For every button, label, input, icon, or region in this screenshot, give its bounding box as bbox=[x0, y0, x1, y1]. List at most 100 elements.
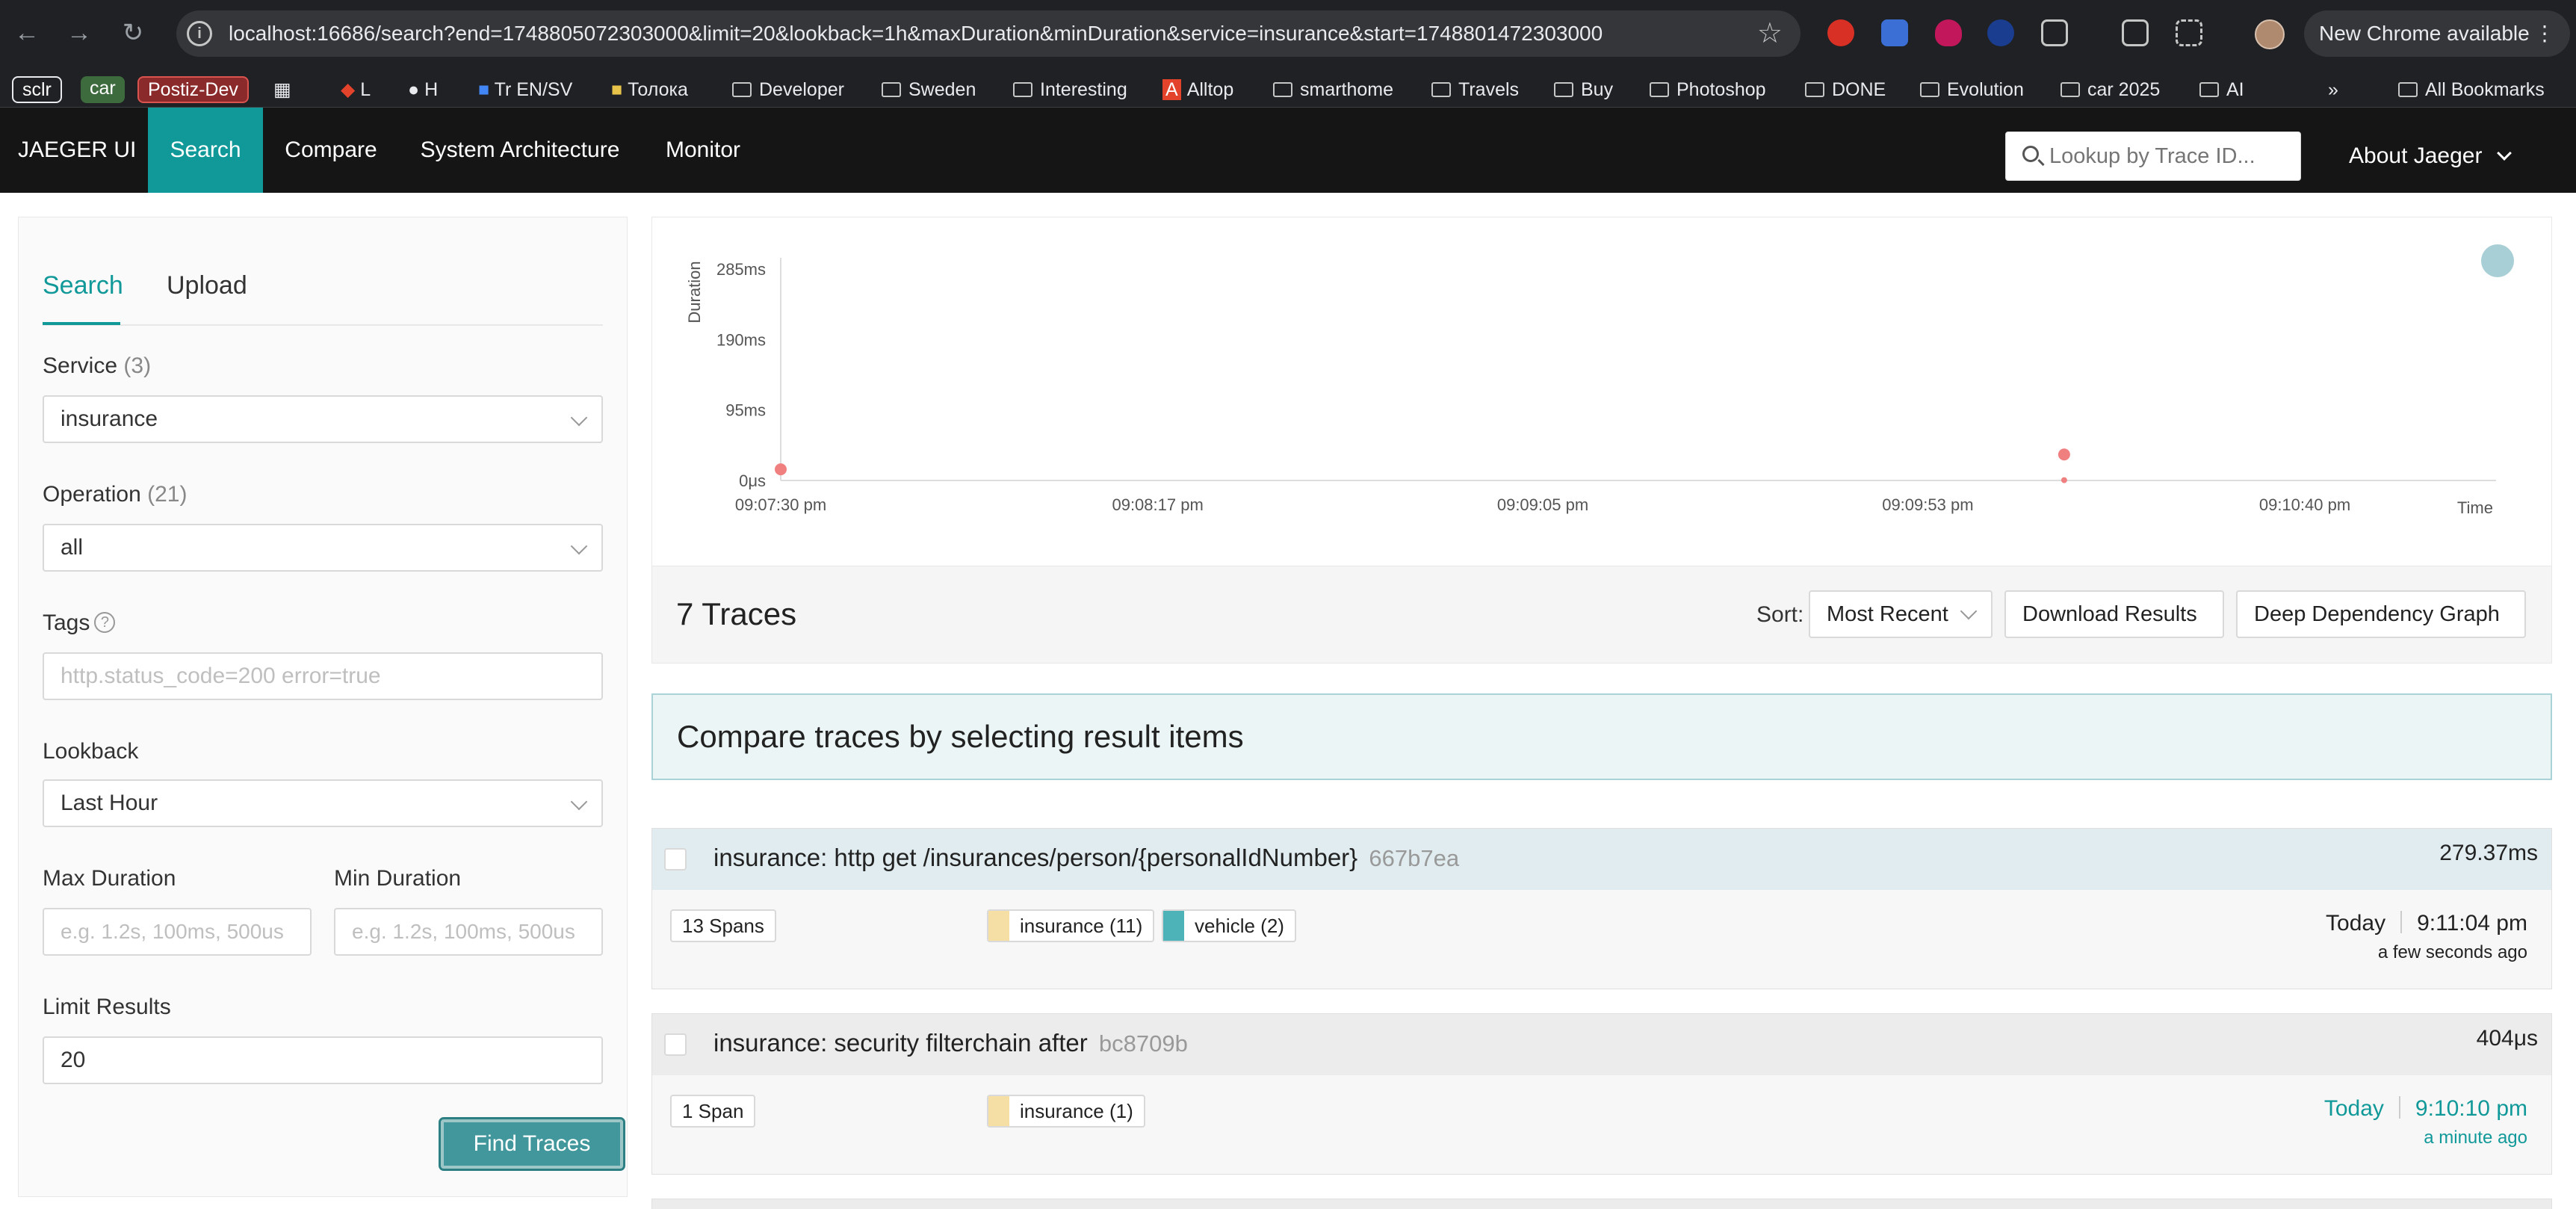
url-text[interactable]: localhost:16686/search?end=1748805072303… bbox=[229, 22, 1603, 46]
deep-dependency-graph-button[interactable]: Deep Dependency Graph bbox=[2236, 590, 2526, 638]
chevron-down-icon bbox=[570, 409, 588, 427]
operation-label-text: Operation bbox=[43, 482, 141, 507]
bookmark-folder[interactable]: Developer bbox=[732, 76, 844, 103]
bookmark-folder[interactable]: DONE bbox=[1805, 76, 1886, 103]
lookback-select[interactable]: Last Hour bbox=[43, 779, 603, 827]
trace-id-input[interactable] bbox=[2049, 132, 2296, 180]
max-duration-input[interactable]: e.g. 1.2s, 100ms, 500us bbox=[43, 908, 312, 956]
trace-select-checkbox[interactable] bbox=[664, 1033, 687, 1056]
qr-code-icon[interactable] bbox=[2176, 19, 2202, 46]
bookmark-folder[interactable]: Photoshop bbox=[1650, 76, 1766, 103]
bookmark[interactable]: Postiz-Dev bbox=[137, 76, 249, 103]
extension-icon[interactable] bbox=[1881, 19, 1908, 46]
min-duration-input[interactable]: e.g. 1.2s, 100ms, 500us bbox=[334, 908, 603, 956]
limit-results-input[interactable]: 20 bbox=[43, 1036, 603, 1084]
update-chrome-button[interactable]: New Chrome available ⋮ bbox=[2304, 10, 2570, 57]
more-menu-icon[interactable]: ⋮ bbox=[2534, 10, 2555, 57]
translate-icon[interactable] bbox=[2122, 19, 2149, 46]
forward-icon[interactable]: → bbox=[63, 16, 96, 49]
trace-relative-time: a few seconds ago bbox=[2377, 942, 2527, 962]
tags-label-text: Tags bbox=[43, 610, 90, 635]
trace-title[interactable]: insurance: http get /insurances/person/{… bbox=[713, 844, 1459, 872]
brand-logo[interactable]: JAEGER UI bbox=[18, 108, 136, 193]
trace-body: 1 Span insurance (1) Today 9:10:10 pm a m… bbox=[652, 1075, 2551, 1174]
trace-name: insurance: security filterchain after bbox=[713, 1029, 1088, 1057]
bookmark-folder[interactable]: Travels bbox=[1431, 76, 1519, 103]
y-tick-label: 0μs bbox=[739, 471, 766, 490]
more-bookmarks-icon[interactable]: » bbox=[2328, 76, 2338, 103]
apps-grid-icon[interactable]: ▦ bbox=[273, 76, 291, 103]
find-traces-button[interactable]: Find Traces bbox=[439, 1117, 625, 1171]
bookmark-folder[interactable]: AI bbox=[2199, 76, 2244, 103]
bookmark-folder[interactable]: Interesting bbox=[1013, 76, 1127, 103]
x-axis-title: Time bbox=[2457, 498, 2493, 517]
extension-icon[interactable] bbox=[1987, 19, 2014, 46]
trace-result-item[interactable] bbox=[651, 1199, 2552, 1209]
address-bar[interactable]: i localhost:16686/search?end=17488050723… bbox=[176, 10, 1801, 57]
reload-icon[interactable]: ↻ bbox=[117, 16, 149, 49]
bookmark[interactable]: ◆ L bbox=[341, 76, 371, 103]
help-icon[interactable]: ? bbox=[94, 612, 116, 633]
nav-search[interactable]: Search bbox=[148, 108, 263, 193]
browser-toolbar: ← → ↻ i localhost:16686/search?end=17488… bbox=[0, 0, 2576, 72]
bookmark-label: Travels bbox=[1458, 79, 1520, 100]
tab-search[interactable]: Search bbox=[43, 271, 123, 300]
nav-monitor[interactable]: Monitor bbox=[641, 108, 765, 193]
tab-upload[interactable]: Upload bbox=[167, 271, 247, 300]
site-info-icon[interactable]: i bbox=[187, 21, 212, 46]
trace-header[interactable]: insurance: security filterchain after bc… bbox=[652, 1014, 2551, 1075]
bookmark-label: Buy bbox=[1581, 79, 1614, 100]
y-tick-label: 95ms bbox=[725, 401, 766, 420]
operation-value: all bbox=[61, 535, 84, 560]
trace-result-item[interactable]: insurance: http get /insurances/person/{… bbox=[651, 828, 2552, 989]
bookmark[interactable]: ■ Tr EN/SV bbox=[478, 76, 572, 103]
folder-icon bbox=[2199, 82, 2219, 97]
bookmark[interactable]: A Alltop bbox=[1162, 76, 1233, 103]
service-select[interactable]: insurance bbox=[43, 395, 603, 443]
bookmark[interactable]: sclr bbox=[12, 76, 62, 103]
back-icon[interactable]: ← bbox=[10, 16, 43, 49]
bookmark-folder[interactable]: Evolution bbox=[1920, 76, 2024, 103]
trace-title[interactable]: insurance: security filterchain after bc… bbox=[713, 1029, 1188, 1057]
chevron-down-icon bbox=[2496, 146, 2512, 161]
all-bookmarks[interactable]: All Bookmarks bbox=[2398, 76, 2545, 103]
profile-avatar[interactable] bbox=[2255, 19, 2285, 49]
bookmark-folder[interactable]: smarthome bbox=[1273, 76, 1393, 103]
nav-system-architecture[interactable]: System Architecture bbox=[399, 108, 641, 193]
extension-icon[interactable] bbox=[1935, 19, 1962, 46]
extensions-puzzle-icon[interactable] bbox=[2041, 19, 2068, 46]
service-color-swatch bbox=[1163, 911, 1184, 941]
bookmark-label: Developer bbox=[759, 79, 844, 100]
tags-label: Tags? bbox=[43, 610, 116, 636]
bookmark-label: Alltop bbox=[1186, 79, 1234, 100]
service-color-swatch bbox=[988, 911, 1009, 941]
folder-icon bbox=[2061, 82, 2080, 97]
nav-compare[interactable]: Compare bbox=[263, 108, 399, 193]
limit-results-label: Limit Results bbox=[43, 995, 171, 1019]
x-tick-label: 09:10:40 pm bbox=[2259, 495, 2350, 514]
bookmark-folder[interactable]: Sweden bbox=[882, 76, 976, 103]
sort-select[interactable]: Most Recent bbox=[1809, 590, 1993, 638]
bookmark-label: AI bbox=[2226, 79, 2244, 100]
bookmark-folder[interactable]: car 2025 bbox=[2061, 76, 2160, 103]
download-results-button[interactable]: Download Results bbox=[2004, 590, 2224, 638]
trace-result-item[interactable]: insurance: security filterchain after bc… bbox=[651, 1013, 2552, 1175]
bookmark[interactable]: car bbox=[81, 76, 125, 103]
folder-icon bbox=[1273, 82, 1292, 97]
x-tick-label: 09:09:05 pm bbox=[1497, 495, 1588, 514]
operation-select[interactable]: all bbox=[43, 524, 603, 572]
bookmark-star-icon[interactable]: ☆ bbox=[1757, 16, 1783, 50]
bookmark[interactable]: ● H bbox=[408, 76, 438, 103]
about-jaeger-menu[interactable]: About Jaeger bbox=[2349, 132, 2512, 181]
trace-header[interactable]: insurance: http get /insurances/person/{… bbox=[652, 829, 2551, 890]
bookmark-label: All Bookmarks bbox=[2425, 79, 2545, 100]
service-label-text: Service bbox=[43, 353, 118, 378]
extension-icon[interactable] bbox=[1827, 19, 1854, 46]
service-tag-label: vehicle (2) bbox=[1195, 915, 1284, 937]
bookmark-folder[interactable]: Buy bbox=[1554, 76, 1613, 103]
bookmark[interactable]: ■ Толока bbox=[611, 76, 688, 103]
trace-id-lookup[interactable] bbox=[2005, 132, 2301, 181]
tags-input[interactable]: http.status_code=200 error=true bbox=[43, 652, 603, 700]
folder-icon bbox=[1920, 82, 1939, 97]
trace-select-checkbox[interactable] bbox=[664, 848, 687, 871]
